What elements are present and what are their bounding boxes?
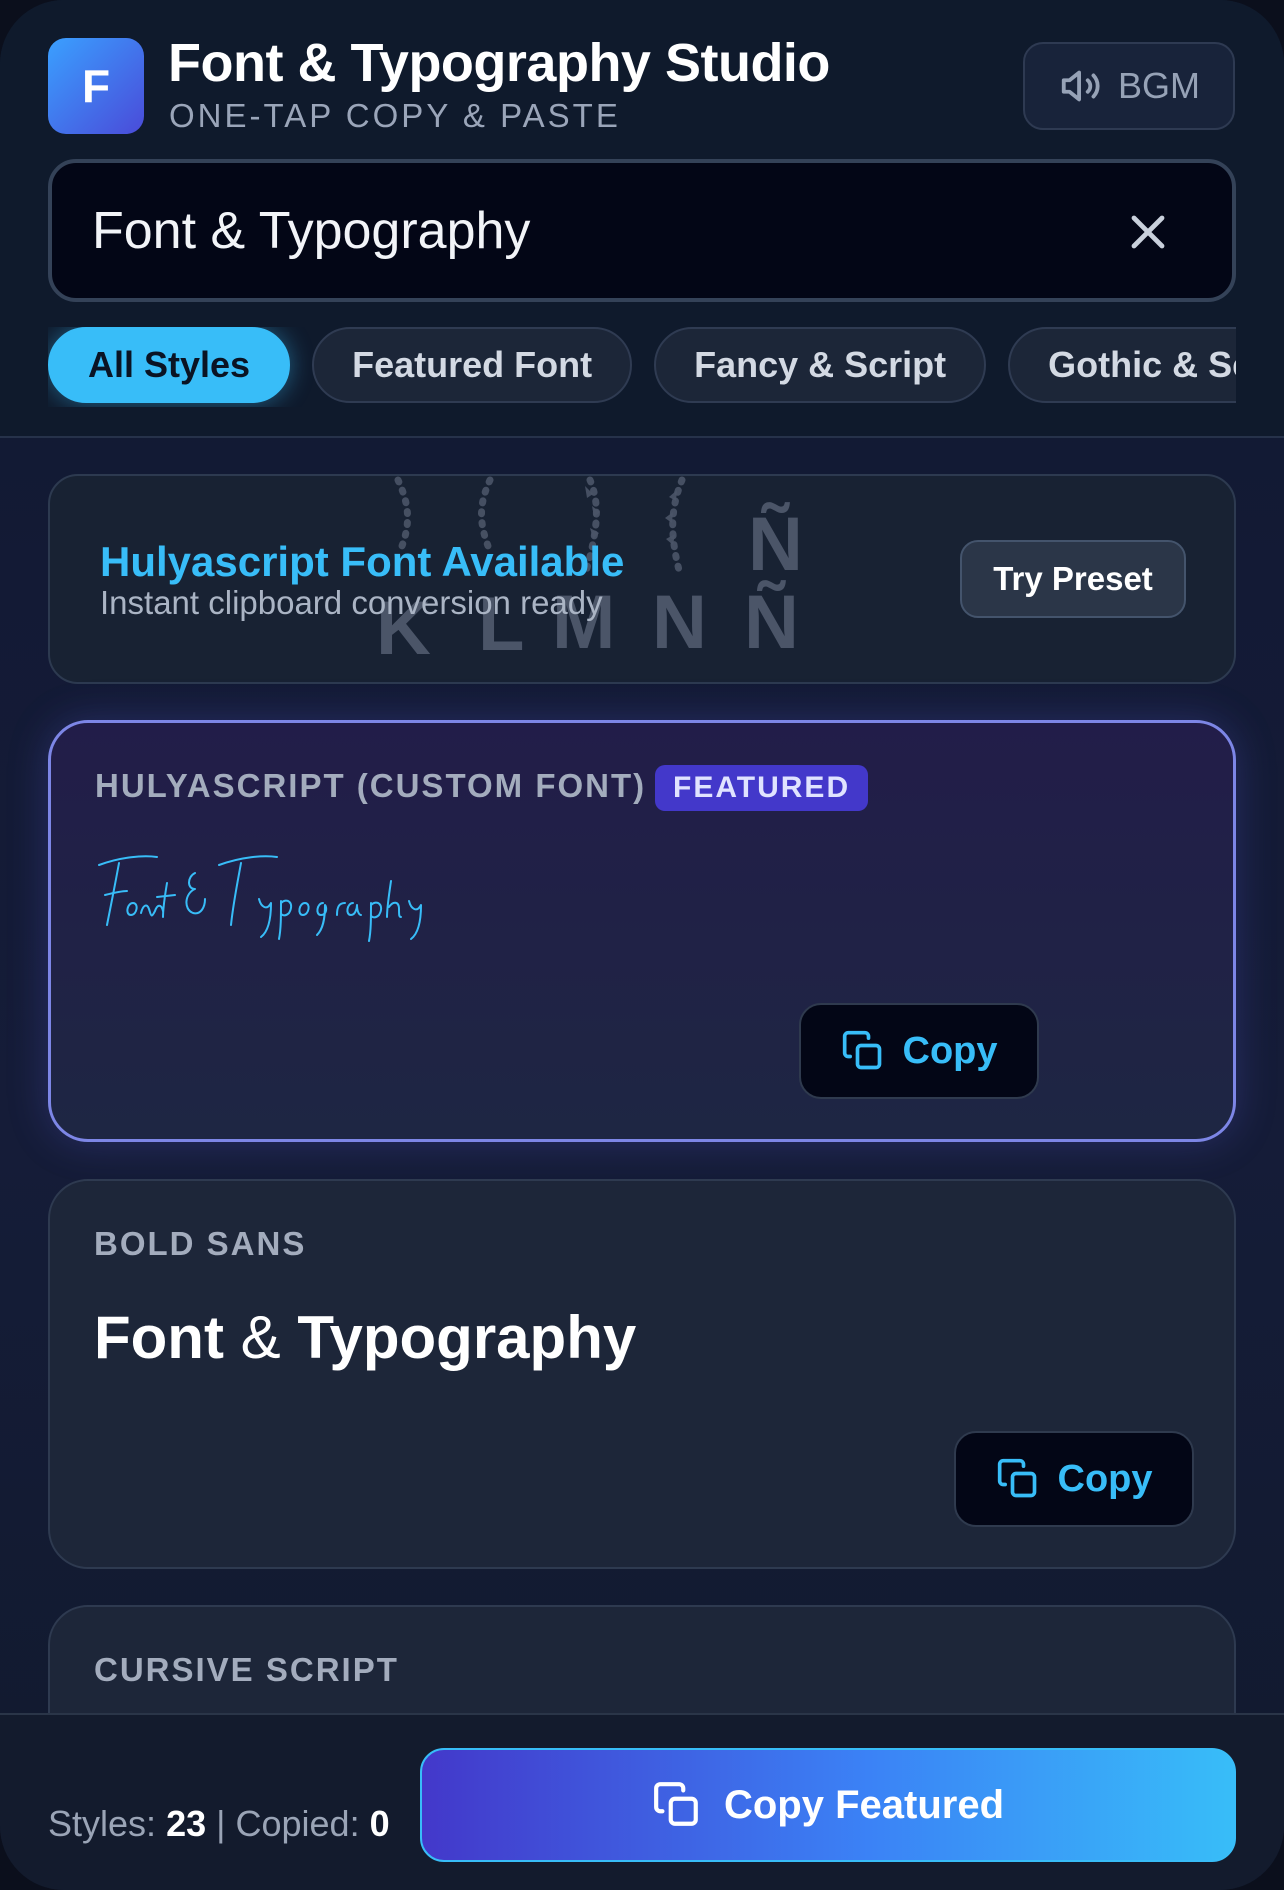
promo-banner: Ñ K L M N Ñ Hulyascript Font Available I… — [48, 474, 1236, 684]
styles-count: 23 — [166, 1803, 207, 1844]
script-preview — [98, 855, 422, 942]
copy-label: Copy — [1057, 1457, 1153, 1500]
card-label: CURSIVE SCRIPT — [94, 1651, 399, 1688]
styles-label: Styles: — [48, 1803, 157, 1844]
preview-word: Font — [94, 1304, 224, 1371]
filter-chips: All Styles Featured Font Fancy & Script Got… — [48, 327, 1236, 407]
app-logo: F — [48, 38, 144, 134]
stats-separator: | — [216, 1803, 226, 1844]
copy-icon — [654, 1782, 698, 1826]
bottom-bar: Styles: 23 | Copied: 0 Copy Featured — [0, 1713, 1284, 1890]
app-screen: F Font & Typography Studio ONE-TAP COPY … — [0, 0, 1284, 1890]
banner-title: Hulyascript Font Available — [100, 538, 625, 585]
card-label: HULYASCRIPT (CUSTOM FONT) — [95, 767, 647, 804]
copy-button[interactable]: Copy — [799, 1003, 1039, 1099]
try-preset-button[interactable]: Try Preset — [960, 540, 1186, 618]
search-input[interactable] — [92, 163, 1092, 298]
copy-icon — [997, 1458, 1036, 1498]
preview-ampersand: & — [240, 1304, 281, 1371]
copied-label: Copied: — [235, 1803, 360, 1844]
filter-chip-featured-font[interactable]: Featured Font — [312, 327, 633, 403]
decor-letter: Ñ — [748, 502, 803, 587]
style-preview: Font & Typography — [94, 1303, 636, 1372]
speaker-icon — [1061, 70, 1100, 102]
filter-chip-fancy-script[interactable]: Fancy & Script — [654, 327, 987, 403]
copied-count: 0 — [369, 1803, 390, 1844]
decor-letter: N — [652, 580, 707, 665]
copy-featured-label: Copy Featured — [723, 1782, 1005, 1827]
app-title: Font & Typography Studio — [168, 33, 830, 93]
featured-badge: FEATURED — [655, 765, 869, 811]
bgm-label: BGM — [1117, 65, 1200, 106]
copy-label: Copy — [902, 1029, 998, 1072]
copy-featured-button[interactable]: Copy Featured — [420, 1748, 1236, 1862]
font-card-hulyascript: HULYASCRIPT (CUSTOM FONT) FEATURED Copy — [48, 720, 1236, 1142]
filter-chip-all-styles[interactable]: All Styles — [48, 327, 291, 403]
close-icon[interactable] — [1124, 208, 1172, 256]
banner-subtitle: Instant clipboard conversion ready — [100, 584, 603, 621]
decor-letter: Ñ — [744, 580, 799, 665]
copy-icon — [842, 1030, 881, 1070]
stats-text: Styles: 23 | Copied: 0 — [48, 1803, 390, 1845]
copy-button[interactable]: Copy — [954, 1431, 1194, 1527]
bgm-toggle-button[interactable]: BGM — [1023, 42, 1235, 130]
card-label: BOLD SANS — [94, 1225, 307, 1262]
search-box — [48, 159, 1236, 302]
preview-word: Typography — [297, 1304, 637, 1371]
app-subtitle: ONE-TAP COPY & PASTE — [169, 97, 621, 134]
font-card-bold-sans: BOLD SANS Font & Typography Copy — [48, 1179, 1236, 1569]
filter-chip-gothic-script[interactable]: Gothic & Script — [1008, 327, 1236, 403]
header: F Font & Typography Studio ONE-TAP COPY … — [0, 0, 1284, 438]
